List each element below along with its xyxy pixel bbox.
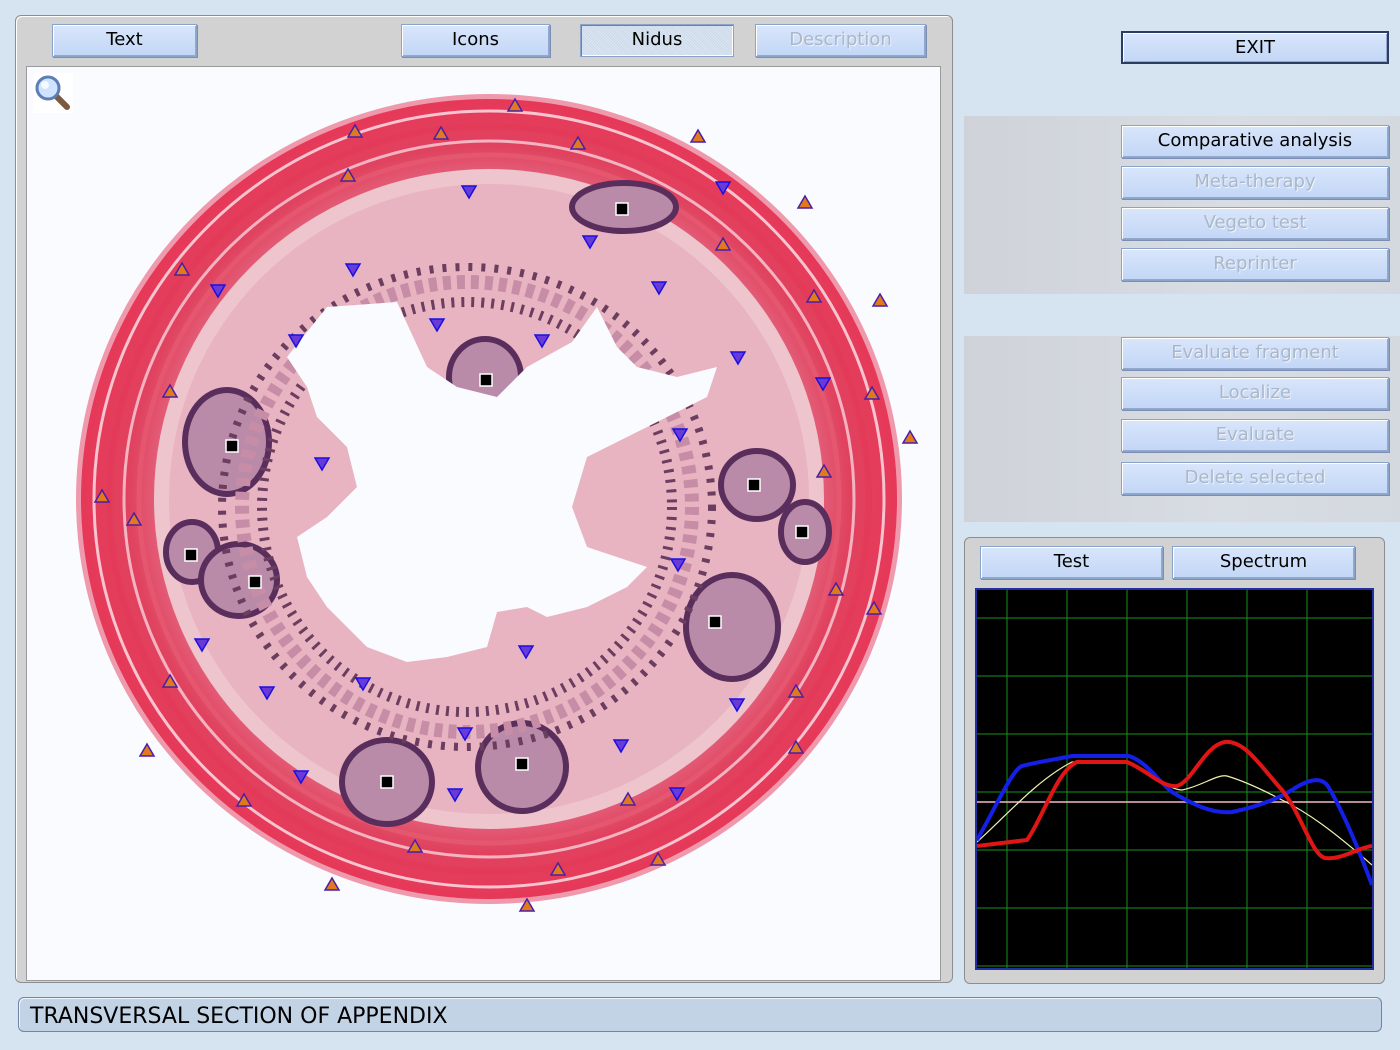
histology-image-area[interactable] (26, 66, 941, 981)
delete-selected-button[interactable]: Delete selected (1121, 462, 1389, 495)
vegeto-test-button[interactable]: Vegeto test (1121, 207, 1389, 240)
graph-canvas (975, 590, 1374, 968)
exit-button[interactable]: EXIT (1121, 31, 1389, 64)
red-curve (976, 739, 1373, 861)
tab-description[interactable]: Description (755, 24, 926, 57)
reprinter-button[interactable]: Reprinter (1121, 248, 1389, 281)
status-bar: TRANSVERSAL SECTION OF APPENDIX (18, 997, 1382, 1032)
comparative-analysis-button[interactable]: Comparative analysis (1121, 125, 1389, 158)
tab-test[interactable]: Test (980, 546, 1163, 579)
tab-icons[interactable]: Icons (401, 24, 550, 57)
localize-button[interactable]: Localize (1121, 377, 1389, 410)
appendix-section-image[interactable] (27, 67, 940, 980)
spectrum-graph (975, 588, 1374, 970)
evaluate-button[interactable]: Evaluate (1121, 419, 1389, 452)
tab-nidus[interactable]: Nidus (580, 24, 734, 57)
tab-text[interactable]: Text (52, 24, 197, 57)
tab-spectrum[interactable]: Spectrum (1172, 546, 1355, 579)
evaluate-fragment-button[interactable]: Evaluate fragment (1121, 337, 1389, 370)
meta-therapy-button[interactable]: Meta-therapy (1121, 166, 1389, 199)
magnifier-icon[interactable] (33, 73, 73, 113)
